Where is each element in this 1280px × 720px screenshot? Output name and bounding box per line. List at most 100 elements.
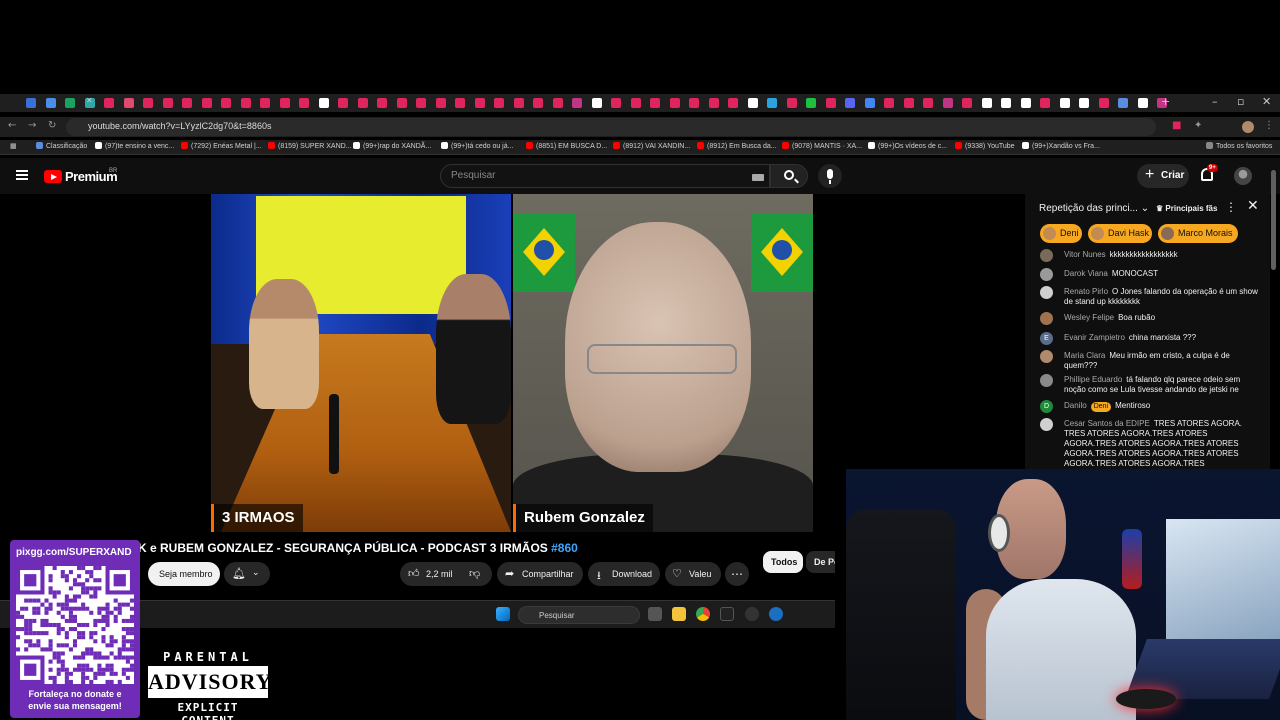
apps-grid-icon[interactable]: ▦ [10, 142, 17, 150]
keyboard-icon[interactable] [752, 174, 764, 181]
forward-icon[interactable]: → [28, 120, 36, 131]
browser-tab-favicon-icon[interactable] [1001, 98, 1011, 108]
more-actions-button[interactable]: ⋯ [725, 562, 749, 586]
browser-tab-favicon-icon[interactable] [981, 98, 992, 108]
like-count[interactable]: 2,2 mil [426, 569, 453, 579]
browser-tab-favicon-icon[interactable] [572, 98, 582, 108]
browser-tab-favicon-icon[interactable] [591, 98, 602, 108]
browser-tab-favicon-icon[interactable] [26, 98, 36, 108]
task-view-icon[interactable] [648, 607, 662, 621]
tray-app-icon[interactable] [745, 607, 759, 621]
close-window-icon[interactable]: ✕ [1262, 95, 1271, 108]
like-icon[interactable]: 👍︎ [408, 567, 420, 580]
chat-avatar[interactable] [1040, 374, 1053, 387]
bookmark-item[interactable]: (8912) VAI XANDIN... [613, 142, 690, 150]
search-input[interactable]: Pesquisar [440, 164, 770, 188]
bookmark-item[interactable]: Classificação [36, 142, 87, 150]
browser-tab-favicon-icon[interactable] [728, 98, 738, 108]
browser-tab-favicon-icon[interactable] [650, 98, 660, 108]
extension-icon[interactable]: ■ [1172, 120, 1181, 131]
chat-author[interactable]: Danilo [1064, 401, 1087, 410]
browser-tab-favicon-icon[interactable] [201, 98, 212, 108]
video-player[interactable]: 3 IRMAOS Rubem Gonzalez [211, 194, 813, 532]
search-button[interactable] [770, 164, 808, 188]
video-title-number[interactable]: #860 [551, 541, 578, 555]
browser-tab-favicon-icon[interactable] [864, 98, 875, 108]
browser-tab-favicon-icon[interactable] [455, 98, 465, 108]
voice-search-mic-icon[interactable] [818, 164, 842, 188]
browser-tab-favicon-icon[interactable] [474, 98, 485, 108]
extensions-puzzle-icon[interactable]: ✦ [1194, 120, 1202, 131]
browser-tab-favicon-icon[interactable] [767, 98, 777, 108]
bookmark-item[interactable]: (7292) Enéas Metal |... [181, 142, 262, 150]
browser-tab-favicon-icon[interactable] [533, 98, 543, 108]
chat-more-icon[interactable]: ⋮ [1225, 200, 1237, 214]
browser-tab-favicon-icon[interactable] [942, 98, 953, 108]
browser-tab-favicon-icon[interactable] [240, 98, 251, 108]
bookmark-item[interactable]: (99+)Xandão vs Fra... [1022, 142, 1100, 150]
file-explorer-icon[interactable] [672, 607, 686, 621]
chat-avatar[interactable] [1040, 249, 1053, 262]
browser-tab-favicon-icon[interactable] [786, 98, 797, 108]
windows-start-icon[interactable] [496, 607, 510, 621]
browser-tab-favicon-icon[interactable] [299, 98, 309, 108]
chat-author[interactable]: Evanir Zampietro [1064, 333, 1125, 342]
download-button[interactable]: ⭳ Download [588, 562, 660, 586]
bookmark-item[interactable]: (99+)Os vídeos de c... [868, 142, 947, 150]
chat-avatar[interactable] [1040, 286, 1053, 299]
browser-tab-favicon-icon[interactable] [45, 98, 56, 108]
browser-tab-favicon-icon[interactable] [669, 98, 680, 108]
browser-tab-favicon-icon[interactable] [260, 98, 270, 108]
share-button[interactable]: ➦ Compartilhar [497, 562, 583, 586]
all-favorites[interactable]: Todos os favoritos [1206, 142, 1272, 150]
bookmark-item[interactable]: (8159) SUPER XAND... [268, 142, 352, 150]
taskbar-search[interactable]: Pesquisar [518, 606, 640, 624]
browser-tab-favicon-icon[interactable] [552, 98, 563, 108]
account-avatar[interactable] [1234, 167, 1252, 185]
browser-tab-favicon-icon[interactable] [1040, 98, 1050, 108]
browser-tab-favicon-icon[interactable] [923, 98, 933, 108]
chat-author[interactable]: Maria Clara [1064, 351, 1105, 360]
browser-tab-favicon-icon[interactable] [747, 98, 758, 108]
browser-tab-favicon-icon[interactable] [1118, 98, 1128, 108]
chat-author[interactable]: Cesar Santos da EDIPE [1064, 419, 1150, 428]
browser-tab-favicon-icon[interactable] [1059, 98, 1070, 108]
subscribe-bell-button[interactable]: 🔔︎ ⌄ [224, 562, 270, 586]
browser-tab-favicon-icon[interactable] [806, 98, 816, 108]
browser-tab-favicon-icon[interactable] [221, 98, 231, 108]
minimize-icon[interactable]: – [1212, 95, 1218, 108]
menu-dots-icon[interactable]: ⋮ [1264, 120, 1274, 131]
browser-tab-favicon-icon[interactable] [513, 98, 524, 108]
browser-tab-favicon-icon[interactable] [162, 98, 173, 108]
donor-chip[interactable]: Davi Hask [1088, 224, 1152, 243]
chat-avatar[interactable] [1040, 418, 1053, 431]
chat-author[interactable]: Wesley Felipe [1064, 313, 1114, 322]
browser-tab-favicon-icon[interactable] [396, 98, 407, 108]
browser-tab-favicon-icon[interactable] [1098, 98, 1109, 108]
new-tab-icon[interactable]: + [1161, 95, 1170, 108]
chat-avatar[interactable] [1040, 312, 1053, 325]
bookmark-item[interactable]: (8912) Em Busca da... [697, 142, 777, 150]
reload-icon[interactable]: ↻ [48, 120, 56, 131]
maximize-icon[interactable]: ▫ [1237, 95, 1244, 108]
chat-header-title[interactable]: Repetição das princi... ⌄ [1039, 203, 1149, 214]
page-scrollbar[interactable] [1271, 170, 1276, 270]
browser-tab-favicon-icon[interactable] [318, 98, 329, 108]
bookmark-item[interactable]: (97)te ensino a venc... [95, 142, 174, 150]
close-tab-icon[interactable]: ✕ [86, 96, 93, 105]
browser-tab-favicon-icon[interactable] [182, 98, 192, 108]
chat-avatar[interactable]: D [1040, 400, 1053, 413]
settings-gear-icon[interactable] [769, 607, 783, 621]
profile-avatar[interactable] [1242, 121, 1254, 133]
chrome-icon[interactable] [696, 607, 710, 621]
donor-chip[interactable]: Marco Morais [1158, 224, 1238, 243]
browser-tab-favicon-icon[interactable] [845, 98, 855, 108]
browser-tab-favicon-icon[interactable] [708, 98, 719, 108]
bookmark-item[interactable]: (99+)rap do XANDÃ... [353, 142, 431, 150]
join-button[interactable]: Seja membro [148, 562, 220, 586]
close-chat-icon[interactable]: ✕ [1247, 198, 1259, 214]
donor-chip[interactable]: Deni [1040, 224, 1082, 243]
chat-avatar[interactable] [1040, 350, 1053, 363]
browser-tab-favicon-icon[interactable] [143, 98, 153, 108]
browser-tab-favicon-icon[interactable] [416, 98, 426, 108]
